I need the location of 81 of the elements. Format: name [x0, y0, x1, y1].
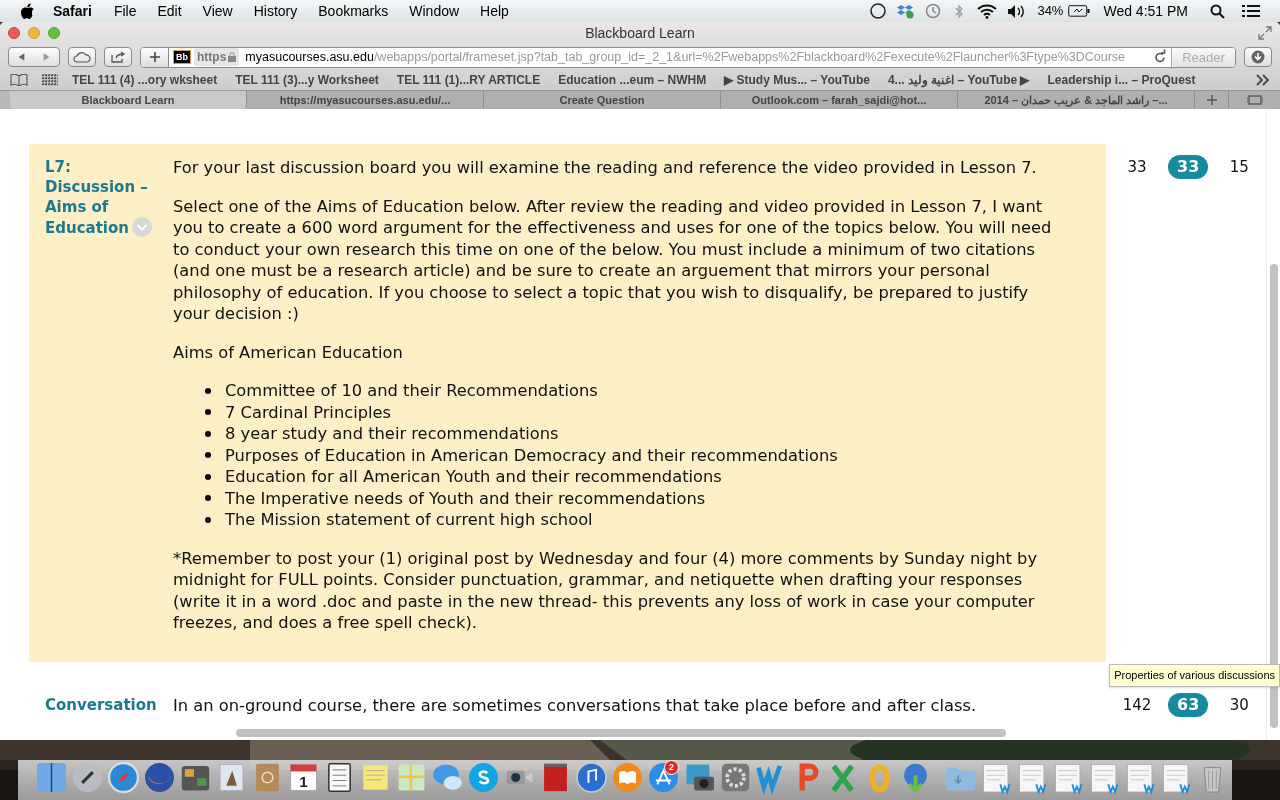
- search-icon[interactable]: [1210, 3, 1225, 19]
- bullet-icon: [205, 473, 211, 480]
- book-icon[interactable]: [10, 74, 28, 86]
- icloud-tabs-button[interactable]: [68, 47, 96, 67]
- book-app-icon[interactable]: [610, 760, 645, 795]
- description-paragraph: *Remember to post your (1) original post by Wednesday and four (4) more comments by Sunday night by midnight for FULL points. Consider punctuation, grammar, and netiquette when drafting your responses (write it in a word .doc and paste in the new thread- this prevents any loss of work in case your computer freezes, and does a free spell check).: [173, 547, 1039, 634]
- bullet-icon: [205, 409, 211, 416]
- add-tab-button[interactable]: [1195, 91, 1229, 109]
- bookmark-item[interactable]: TEL 111 (4) ...ory wksheet: [72, 71, 218, 89]
- browser-tab[interactable]: راشد الماجد & عريب حمدان – 2014 –...: [958, 91, 1195, 109]
- list-item: Committee of 10 and their Recommendations: [225, 380, 598, 402]
- finder-icon[interactable]: [34, 760, 69, 795]
- bookmark-item[interactable]: 4... اغنية وليد – YouTube ▶: [887, 71, 1030, 89]
- back-forward-buttons[interactable]: [8, 47, 60, 67]
- bookmark-item[interactable]: TEL 111 (1)...RY ARTICLE: [396, 71, 541, 89]
- bookmark-item[interactable]: Education ...eum – NWHM: [558, 71, 707, 89]
- share-button[interactable]: [104, 47, 132, 67]
- dropbox-icon[interactable]: [897, 3, 916, 19]
- window-title: Blackboard Learn: [585, 23, 695, 43]
- bluetooth-icon[interactable]: [955, 3, 964, 19]
- tooltip: Properties of various discussions: [1109, 664, 1280, 687]
- share-icon: [110, 51, 126, 63]
- browser-tab[interactable]: Outlook.com – farah_sajdi@hot...: [721, 91, 958, 109]
- horizontal-scrollbar[interactable]: [236, 729, 1006, 737]
- participant-count: 15: [1228, 157, 1250, 178]
- menu-item[interactable]: History: [253, 0, 298, 22]
- plus-icon: [1206, 95, 1217, 105]
- list-item: Purposes of Education in American Democracy and their recommendations: [225, 444, 838, 466]
- unread-badge[interactable]: 63: [1168, 692, 1209, 717]
- description-paragraph: In an on-ground course, there are sometimes conversations that take place before and after class.: [173, 694, 978, 716]
- apple-icon[interactable]: [20, 2, 35, 20]
- bookmark-item[interactable]: ▶ Study Mus... – YouTube: [724, 71, 870, 89]
- menu-item[interactable]: File: [113, 0, 137, 22]
- description-paragraph: For your last discussion board you will examine the reading and reference the video provided in Lesson 7.: [173, 157, 1038, 179]
- zoom-button[interactable]: [48, 27, 60, 39]
- menu-item[interactable]: View: [202, 0, 233, 22]
- bullet-icon: [205, 430, 211, 437]
- clock-icon[interactable]: [925, 3, 942, 19]
- grid-icon[interactable]: [42, 74, 58, 86]
- description-paragraph: Aims of American Education: [173, 341, 404, 363]
- post-count: 142: [1121, 694, 1153, 716]
- tabs-overview-icon: [1246, 95, 1263, 105]
- battery-percent: 34%: [1037, 2, 1064, 21]
- bullet-icon: [205, 495, 211, 502]
- list-item: The Mission statement of current high school: [225, 509, 593, 531]
- menu-item[interactable]: Edit: [157, 0, 182, 22]
- browser-tab[interactable]: Create Question: [484, 91, 721, 109]
- more-bookmarks-icon[interactable]: [1256, 74, 1270, 86]
- description-paragraph: Select one of the Aims of Education below. After review the reading and video provided in Lesson 7, I want you to create a 600 word argument for the effectiveness and uses for one of the topics below. You will need to conduct your own research this time on one of the below. You must include a minimum of two citations (and one must be a research article) and be sure to create an arguement that mirrors your personal philosophy of education. If you choose to select a topic that you wish to disqualify, be prepared to justify your decision :): [173, 195, 1053, 325]
- bullet-icon: [205, 516, 211, 523]
- forum-link[interactable]: L7: Discussion – Aims of Education: [45, 157, 155, 238]
- unread-badge[interactable]: 33: [1168, 155, 1209, 179]
- downloads-button[interactable]: [1244, 47, 1272, 67]
- list-item: 7 Cardinal Principles: [225, 401, 392, 423]
- battery-icon[interactable]: [1068, 5, 1091, 17]
- cloud-icon: [73, 51, 91, 63]
- browser-tab[interactable]: https://myasucourses.asu.edu/...: [247, 91, 484, 109]
- bookmark-item[interactable]: Leadership i... – ProQuest: [1047, 71, 1196, 89]
- list-item: The Imperative needs of Youth and their recommendations: [225, 487, 706, 509]
- menu-item[interactable]: Bookmarks: [318, 0, 389, 22]
- browser-tab[interactable]: Blackboard Learn: [10, 91, 247, 109]
- fullscreen-icon[interactable]: [1258, 26, 1272, 40]
- bullet-icon: [205, 387, 211, 394]
- list-item: 8 year study and their recommendations: [225, 423, 559, 445]
- post-count: 33: [1126, 157, 1148, 178]
- app-menu[interactable]: Safari: [53, 0, 92, 22]
- list-item: Education for all American Youth and their recommendations: [225, 466, 722, 488]
- close-button[interactable]: [8, 27, 20, 39]
- menu-item[interactable]: Window: [409, 0, 460, 22]
- volume-icon[interactable]: [1007, 3, 1026, 19]
- download-icon: [1251, 50, 1265, 64]
- tab-view-button[interactable]: [1229, 91, 1280, 109]
- bullet-icon: [205, 452, 211, 459]
- wifi-icon[interactable]: [977, 3, 998, 19]
- bookmark-item[interactable]: TEL 111 (3)...y Worksheet: [235, 71, 379, 89]
- list-icon[interactable]: [1242, 4, 1260, 18]
- minimize-button[interactable]: [28, 27, 40, 39]
- forum-link[interactable]: Conversation: [45, 694, 155, 715]
- menu-item[interactable]: Help: [480, 0, 509, 22]
- menu-clock[interactable]: Wed 4:51 PM: [1103, 0, 1188, 22]
- participant-count: 30: [1228, 694, 1250, 716]
